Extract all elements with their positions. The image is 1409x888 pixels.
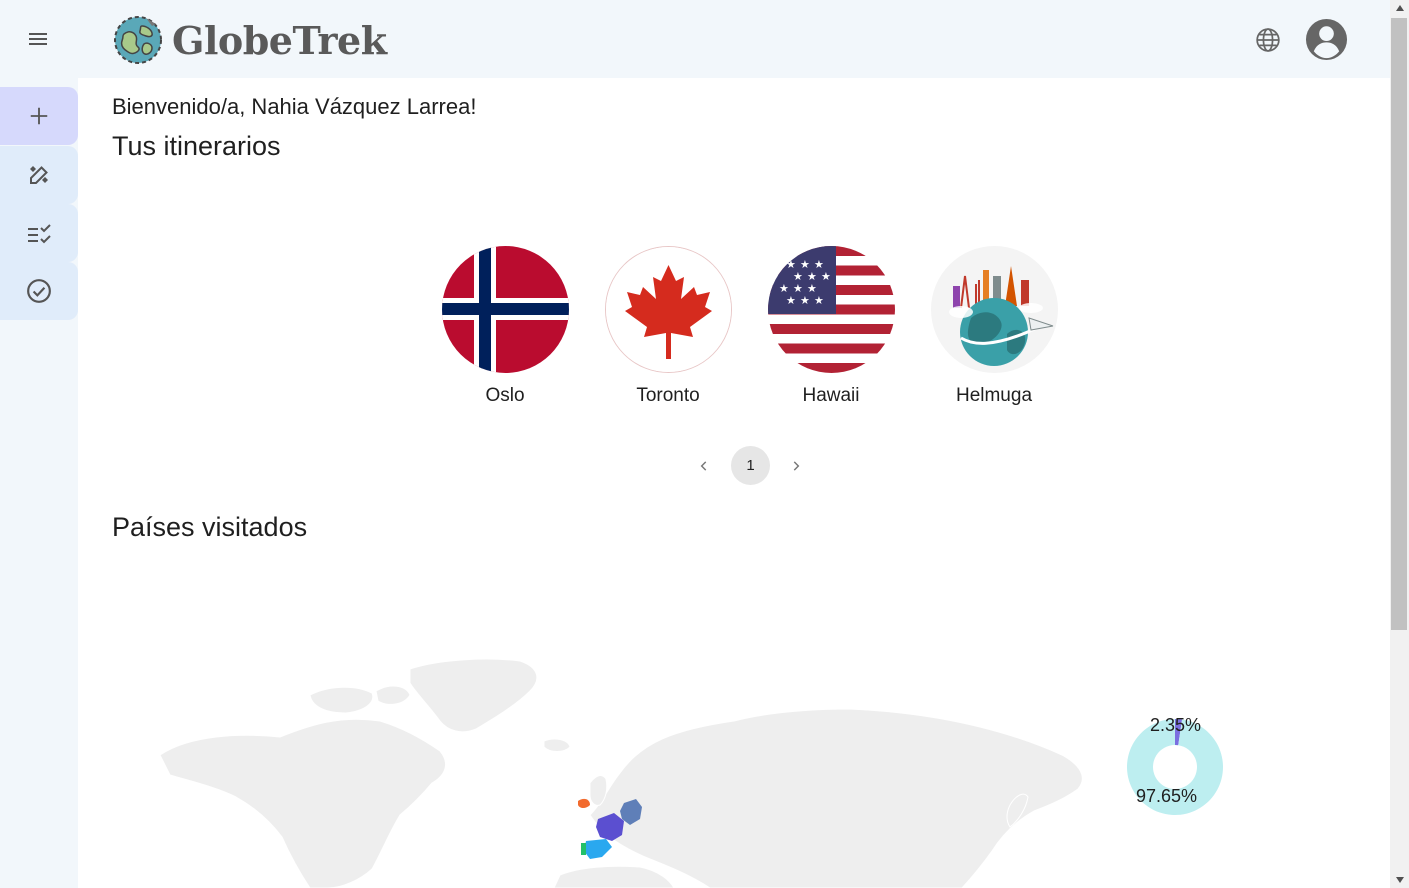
svg-text:★: ★ xyxy=(786,294,796,307)
scroll-down-button[interactable] xyxy=(1390,872,1409,888)
chevron-right-icon xyxy=(793,461,800,471)
itinerary-name: Hawaii xyxy=(802,385,860,406)
globe-icon xyxy=(1256,28,1280,52)
rail-item-completed[interactable] xyxy=(0,262,78,320)
menu-button[interactable] xyxy=(18,22,58,56)
itinerary-name: Toronto xyxy=(636,385,700,406)
svg-text:★: ★ xyxy=(814,294,824,307)
scrollbar-thumb[interactable] xyxy=(1391,18,1407,630)
page-number-button[interactable]: 1 xyxy=(731,446,770,485)
scroll-up-button[interactable] xyxy=(1390,0,1409,16)
previous-page-button[interactable] xyxy=(692,454,716,478)
rail-item-edit[interactable] xyxy=(0,146,78,204)
language-button[interactable] xyxy=(1252,24,1284,56)
rail-item-checklist[interactable] xyxy=(0,204,78,262)
pagination: 1 xyxy=(685,446,815,486)
svg-text:★: ★ xyxy=(821,270,831,283)
triangle-down-icon xyxy=(1395,877,1404,883)
check-circle-icon xyxy=(27,279,51,303)
visited-percentage-label: 2.35% xyxy=(1150,715,1202,735)
app-title: GlobeTrek xyxy=(172,17,387,63)
profile-avatar[interactable] xyxy=(1305,18,1348,61)
canada-flag-image xyxy=(604,246,732,373)
checklist-icon xyxy=(28,224,51,244)
itinerary-card-hawaii[interactable]: ★ ★ ★ ★ ★ ★ ★ ★ ★ ★ ★ ★ Hawaii xyxy=(767,246,895,407)
chevron-left-icon xyxy=(700,461,707,471)
plus-icon xyxy=(30,107,48,125)
spain-region[interactable] xyxy=(584,839,612,859)
rail-item-new-itinerary[interactable] xyxy=(0,87,78,145)
itineraries-heading: Tus itinerarios xyxy=(112,131,281,161)
itinerary-name: Oslo xyxy=(485,385,525,406)
svg-text:★: ★ xyxy=(800,294,810,307)
welcome-message: Bienvenido/a, Nahia Vázquez Larrea! xyxy=(112,94,477,119)
triangle-up-icon xyxy=(1395,5,1404,11)
ireland-region[interactable] xyxy=(578,798,590,808)
world-landmarks-image xyxy=(930,246,1058,373)
top-app-bar: GlobeTrek xyxy=(0,0,1390,78)
visited-countries-heading: Países visitados xyxy=(112,512,308,542)
next-page-button[interactable] xyxy=(784,454,808,478)
unvisited-percentage-label: 97.65% xyxy=(1136,786,1198,806)
itinerary-card-toronto[interactable]: Toronto xyxy=(604,246,732,407)
itinerary-name: Helmuga xyxy=(955,385,1033,406)
navigation-rail xyxy=(0,78,78,888)
usa-flag-image: ★ ★ ★ ★ ★ ★ ★ ★ ★ ★ ★ ★ xyxy=(767,246,895,373)
norway-flag-image xyxy=(441,246,569,373)
globe-logo-icon xyxy=(114,16,162,64)
edit-pencil-icon xyxy=(30,166,48,184)
app-logo[interactable]: GlobeTrek xyxy=(112,14,387,66)
hamburger-menu-icon xyxy=(29,33,47,45)
itinerary-card-oslo[interactable]: Oslo xyxy=(441,246,569,407)
visited-countries-map[interactable] xyxy=(150,655,1110,888)
itinerary-card-helmuga[interactable]: Helmuga xyxy=(930,246,1058,407)
account-circle-icon xyxy=(1305,18,1348,61)
portugal-region[interactable] xyxy=(581,843,586,855)
